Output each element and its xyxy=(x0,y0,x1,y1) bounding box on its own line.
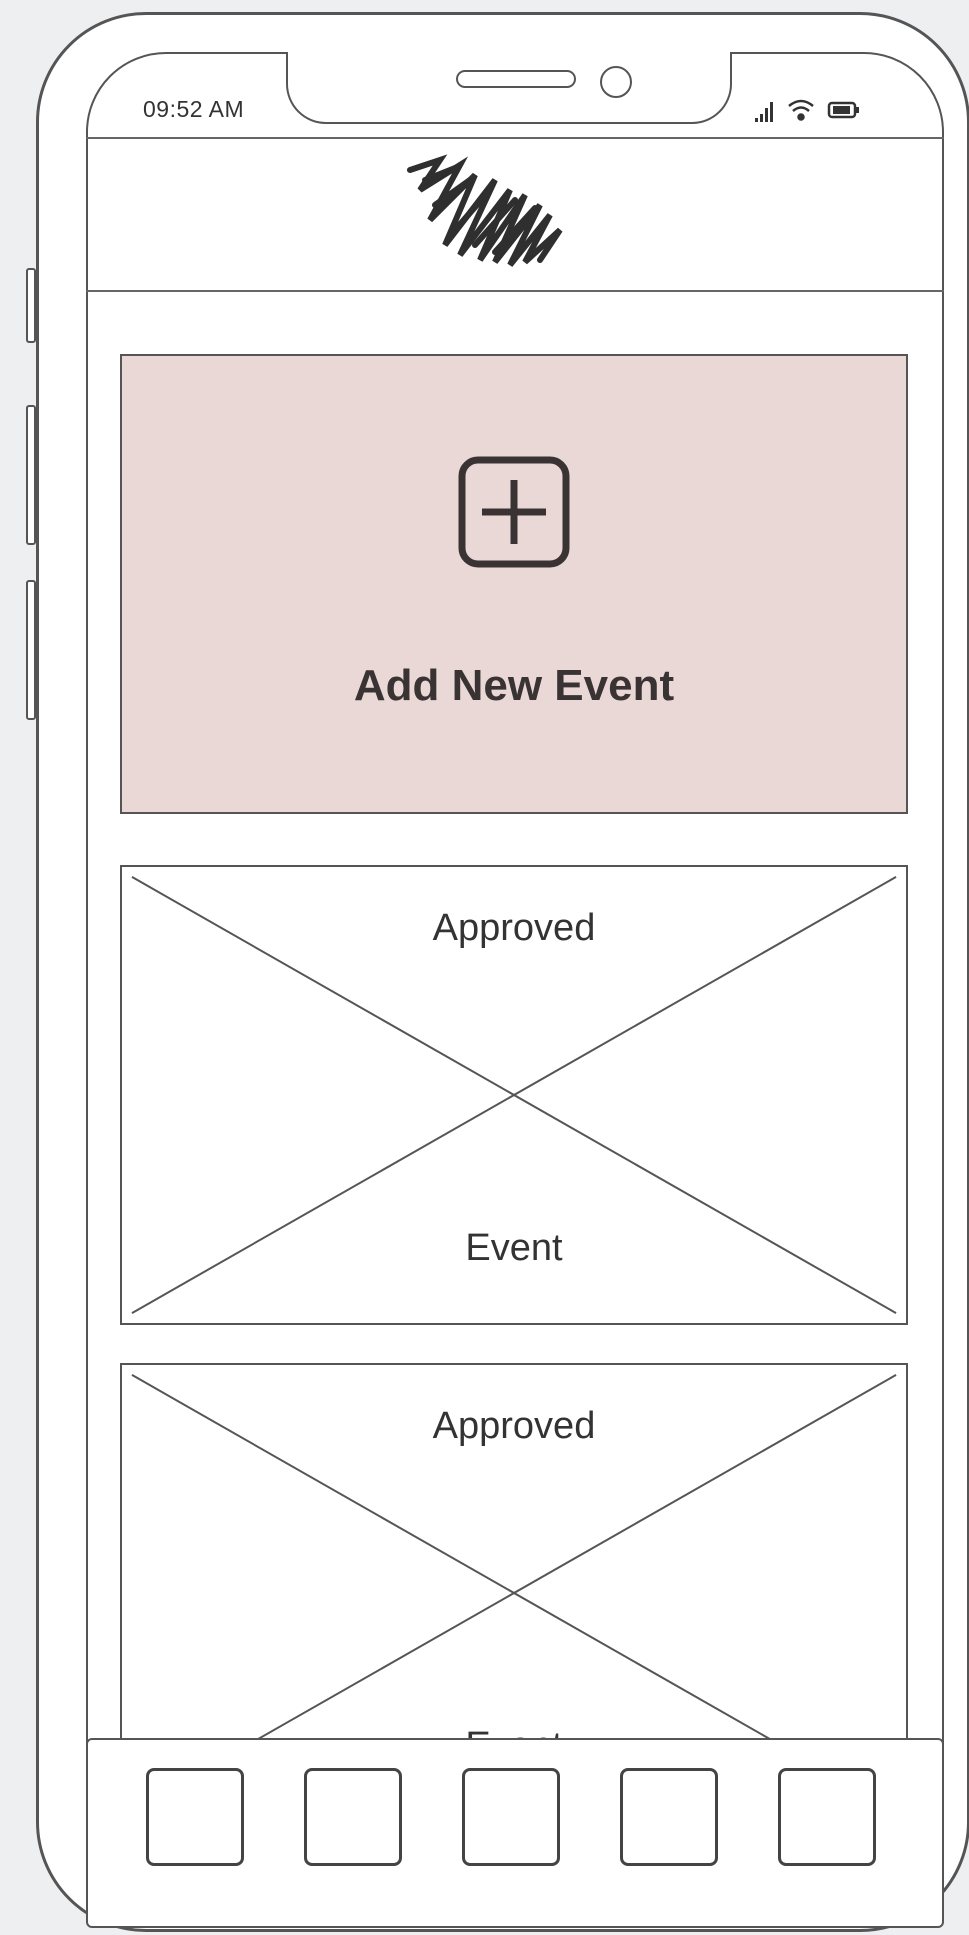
add-new-event-button[interactable]: Add New Event xyxy=(120,354,908,814)
header-top-divider xyxy=(86,137,944,139)
status-time: 09:52 AM xyxy=(143,96,245,122)
event-card[interactable]: Approved Event xyxy=(120,865,908,1325)
mute-switch xyxy=(26,268,36,343)
plus-square-icon xyxy=(458,456,570,568)
tab-bar xyxy=(86,1738,944,1928)
tab-4[interactable] xyxy=(620,1768,718,1866)
event-status: Approved xyxy=(432,1405,596,1447)
volume-up-button xyxy=(26,405,36,545)
scribble-logo xyxy=(407,154,563,267)
notch xyxy=(286,52,732,124)
event-status: Approved xyxy=(432,907,596,949)
volume-down-button xyxy=(26,580,36,720)
tab-2[interactable] xyxy=(304,1768,402,1866)
event-title: Event xyxy=(465,1227,563,1269)
tab-1[interactable] xyxy=(146,1768,244,1866)
camera xyxy=(600,66,632,98)
header-bottom-divider xyxy=(86,290,944,292)
wifi-icon xyxy=(788,99,814,121)
status-icons xyxy=(755,99,859,122)
battery-icon xyxy=(827,101,859,119)
speaker xyxy=(456,70,576,88)
add-new-event-label: Add New Event xyxy=(353,661,675,710)
tab-3[interactable] xyxy=(462,1768,560,1866)
tab-5[interactable] xyxy=(778,1768,876,1866)
signal-icon xyxy=(755,102,773,122)
